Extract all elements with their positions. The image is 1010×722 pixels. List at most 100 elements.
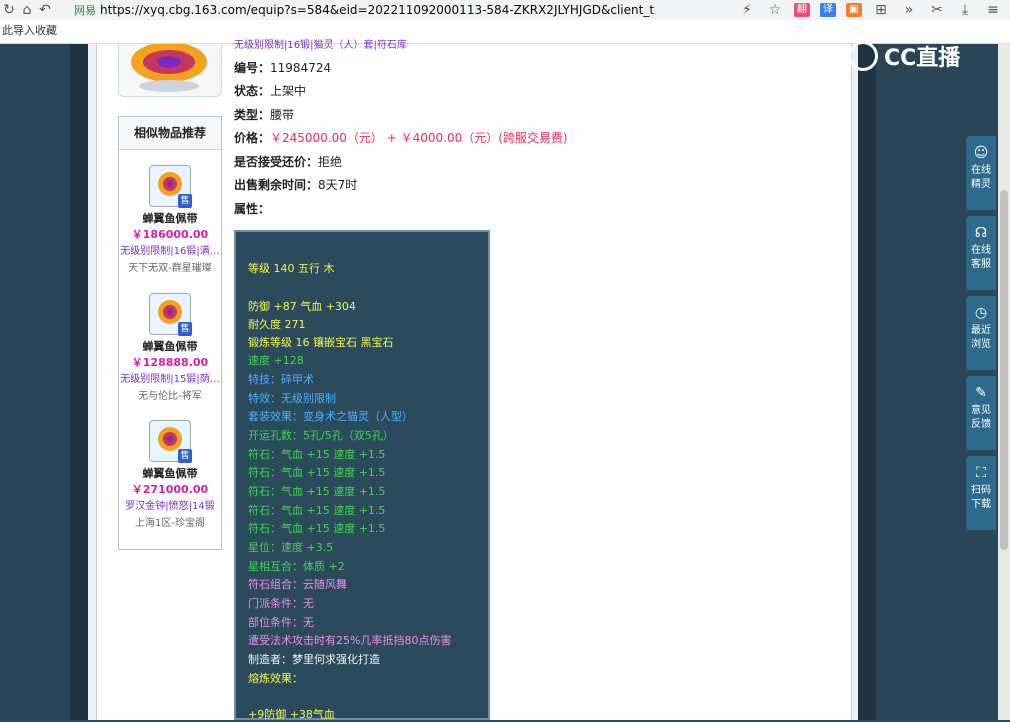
attribute-line: 符石组合：云随风舞: [248, 578, 347, 591]
bolt-icon[interactable]: ⚡: [738, 2, 756, 18]
more-icon[interactable]: »: [900, 2, 918, 18]
item-id-label: 编号：: [234, 61, 271, 75]
belt-thumbnail[interactable]: 售: [149, 293, 192, 336]
item-bargain: 是否接受还价：拒绝: [234, 153, 342, 170]
similar-item-server: 无与伦比-将军: [138, 391, 202, 402]
item-status-label: 状态：: [234, 84, 271, 98]
belt-thumbnail[interactable]: 售: [149, 165, 192, 208]
scissors-icon[interactable]: ✂: [928, 2, 946, 18]
left-border: [70, 44, 88, 720]
right-border: [858, 44, 876, 720]
cc-live-watermark: CC直播: [848, 36, 998, 76]
extension-icon[interactable]: 翻: [794, 3, 810, 17]
customer-service-button[interactable]: ☊ 在线客服: [966, 216, 996, 290]
item-image: [118, 44, 222, 97]
similar-item-name[interactable]: 蝉翼鱼佩带: [119, 338, 221, 354]
clock-icon: ◷: [974, 305, 988, 321]
sidebar-label: 反馈: [971, 419, 991, 430]
sidebar-label: 客服: [971, 259, 991, 270]
download-icon[interactable]: ⤓: [956, 2, 974, 18]
sidebar-label: 在线: [971, 165, 991, 176]
attribute-line: 部位条件：无: [248, 616, 314, 629]
reload-icon[interactable]: ↻: [0, 2, 18, 18]
similar-item-tags: 无级别限制|15锻|荫…: [120, 374, 220, 385]
attribute-line: 符石：气血 +15 速度 +1.5: [248, 504, 386, 517]
grid-icon[interactable]: ⊞: [872, 2, 890, 18]
item-bargain-value: 拒绝: [318, 155, 343, 169]
game-icon[interactable]: ▣: [846, 3, 862, 17]
similar-item-tags: 罗汉金钟|愤怒|14锻: [125, 501, 215, 512]
item-type-label: 类型：: [234, 108, 271, 122]
item-type: 类型：腰带: [234, 106, 294, 123]
similar-item-price: ￥128888.00: [131, 356, 209, 369]
attribute-line: 符石：气血 +15 速度 +1.5: [248, 466, 386, 479]
attribute-line: 锻炼等级 16 镶嵌宝石 黑宝石: [248, 336, 394, 349]
attribute-line: 门派条件：无: [248, 597, 314, 610]
sidebar-label: 精灵: [971, 179, 991, 190]
scan-icon: ⛶: [976, 465, 986, 481]
cc-logo-icon: [848, 41, 878, 71]
attribute-line: 特效：无级别限制: [248, 392, 336, 405]
menu-icon[interactable]: ≡: [984, 2, 1002, 18]
sale-badge: 售: [178, 449, 192, 463]
sale-badge: 售: [178, 194, 192, 208]
headset-icon: ☊: [974, 225, 988, 241]
back-icon[interactable]: ↶: [36, 2, 54, 18]
feedback-button[interactable]: ✎ 意见反馈: [966, 376, 996, 450]
edit-icon: ✎: [975, 385, 987, 401]
item-type-value: 腰带: [270, 108, 295, 122]
item-attributes-label: 属性：: [234, 202, 271, 216]
similar-item-server: 天下无双-群星璀璨: [128, 263, 212, 274]
online-assistant-button[interactable]: ☺ 在线 精灵: [966, 136, 996, 210]
qr-download-button[interactable]: ⛶ 扫码下载: [966, 456, 996, 530]
item-price-label: 价格：: [234, 131, 271, 145]
attribute-line: 耐久度 271: [248, 318, 306, 331]
similar-items-title: 相似物品推荐: [119, 117, 221, 150]
secure-badge: 网易: [74, 4, 96, 17]
similar-item[interactable]: 售 蝉翼鱼佩带 ￥186000.00 无级别限制|16锻|满… 天下无双-群星璀…: [119, 165, 221, 274]
attribute-line: 星位：速度 +3.5: [248, 541, 334, 554]
sidebar-label: 在线: [971, 245, 991, 256]
similar-item-server: 上海1区-珍宝阁: [135, 518, 205, 529]
belt-thumbnail[interactable]: 售: [149, 420, 192, 463]
browser-toolbar: ↻ ⌂ ↶ 网易 https://xyq.cbg.163.com/equip?s…: [0, 0, 1010, 20]
item-bargain-label: 是否接受还价：: [234, 155, 319, 169]
translate-icon[interactable]: 译: [820, 3, 836, 17]
watermark-text: CC直播: [884, 46, 961, 71]
home-icon[interactable]: ⌂: [18, 2, 36, 18]
floating-sidebar: ☺ 在线 精灵 ☊ 在线 客服 ◷ 最近 浏览 ✎ 意见 反馈 ⛶ 扫码 下载: [966, 136, 996, 536]
item-status-value: 上架中: [270, 84, 307, 98]
bookmark-hint[interactable]: 此导入收藏: [2, 24, 57, 37]
item-id-value: 11984724: [270, 61, 332, 75]
attribute-line: 特技：碎甲术: [248, 373, 314, 386]
attribute-line: 符石：气血 +15 速度 +1.5: [248, 522, 386, 535]
attribute-line: 套装效果：变身术之猫灵（人型）: [248, 410, 413, 423]
similar-item[interactable]: 售 蝉翼鱼佩带 ￥271000.00 罗汉金钟|愤怒|14锻 上海1区-珍宝阁: [119, 420, 221, 529]
sidebar-label: 最近: [971, 325, 991, 336]
scrollbar-thumb[interactable]: [1000, 190, 1008, 550]
attribute-line: 速度 +128: [248, 354, 304, 367]
attribute-line: 星相互合：体质 +2: [248, 560, 345, 573]
attribute-line: 等级 140 五行 木: [248, 262, 335, 275]
item-time-value: 8天7时: [318, 178, 358, 192]
attribute-panel: 等级 140 五行 木防御 +87 气血 +304 耐久度 271 锻炼等级 16 …: [234, 230, 490, 721]
sidebar-label: 下载: [971, 499, 991, 510]
item-price: 价格：￥245000.00（元） + ￥4000.00（元）(跨服交易费): [234, 129, 568, 146]
similar-items-panel: 相似物品推荐 售 蝉翼鱼佩带 ￥186000.00 无级别限制|16锻|满… 天…: [118, 116, 222, 550]
item-time-left: 出售剩余时间：8天7时: [234, 176, 357, 193]
attribute-line: 防御 +87 气血 +304: [248, 300, 356, 313]
sidebar-label: 意见: [971, 405, 991, 416]
similar-item-price: ￥271000.00: [131, 483, 209, 496]
item-price-value: ￥245000.00（元） + ￥4000.00（元）(跨服交易费): [270, 131, 568, 145]
address-bar[interactable]: 网易 https://xyq.cbg.163.com/equip?s=584&e…: [74, 2, 738, 18]
similar-item-price: ￥186000.00: [131, 228, 209, 241]
similar-item-name[interactable]: 蝉翼鱼佩带: [119, 465, 221, 481]
recent-views-button[interactable]: ◷ 最近浏览: [966, 296, 996, 370]
sidebar-label: 浏览: [971, 339, 991, 350]
attribute-line: 符石：气血 +15 速度 +1.5: [248, 485, 386, 498]
similar-item-name[interactable]: 蝉翼鱼佩带: [119, 210, 221, 226]
similar-item[interactable]: 售 蝉翼鱼佩带 ￥128888.00 无级别限制|15锻|荫… 无与伦比-将军: [119, 293, 221, 402]
star-icon[interactable]: ☆: [766, 2, 784, 18]
attribute-line: 熔炼效果：: [248, 672, 303, 685]
sidebar-label: 扫码: [971, 485, 991, 496]
